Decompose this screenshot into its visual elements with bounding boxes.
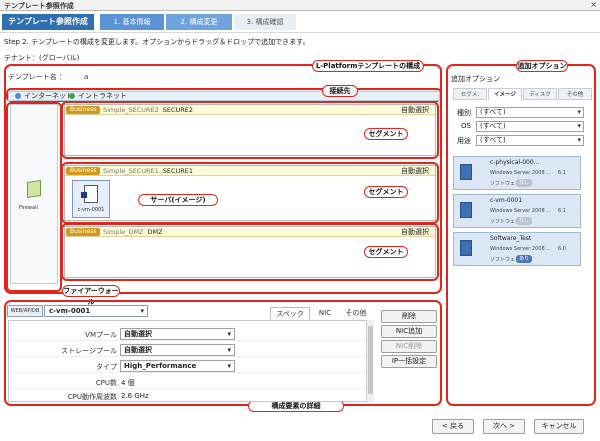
callout-firewall: ファイアーウォール	[62, 285, 120, 306]
step-title: テンプレート参照作成	[2, 14, 94, 30]
option-item[interactable]: Software_Test Windows Server 2008 ... 6.…	[453, 232, 581, 266]
network-bar: インターネット イントラネット	[8, 91, 440, 101]
callout-connection: 接続先	[322, 85, 358, 97]
step-config-change[interactable]: 2. 構成変更	[166, 14, 232, 30]
spec-row: VMプール 自動選択	[9, 327, 373, 341]
spec-scrollbar[interactable]	[366, 320, 374, 402]
vm-image-icon	[460, 240, 472, 256]
option-software-flag: なし	[516, 179, 533, 187]
option-os: Windows Server 2008 ...	[490, 170, 551, 176]
spec-select[interactable]: 自動選択	[120, 328, 235, 340]
remove-nic-button[interactable]: NIC削除	[381, 340, 437, 353]
tenant-label: テナント：(グローバル)	[4, 54, 80, 62]
detail-tab-nic[interactable]: NIC	[312, 307, 338, 319]
window-titlebar: テンプレート参照作成 ×	[0, 0, 600, 11]
internet-label: インターネット	[24, 92, 73, 100]
option-os: Windows Server 2008 ...	[490, 246, 551, 252]
spec-value: 2.6 GHz	[121, 392, 149, 400]
close-icon[interactable]: ×	[590, 0, 597, 9]
detail-tab-other[interactable]: その他	[340, 307, 372, 319]
callout-segment-3: セグメント	[364, 246, 408, 258]
spec-table: VMプール 自動選択 ストレージプール 自動選択 タイプ High_Perfor…	[8, 320, 374, 402]
step-config-confirm[interactable]: 3. 構成確認	[234, 14, 296, 30]
server-select[interactable]: c-vm-0001	[44, 305, 148, 317]
instructions: Step 2. テンプレートの構成を変更します。オプションからドラッグ＆ドロップ…	[4, 38, 310, 46]
option-name: Software_Test	[490, 235, 532, 242]
spec-label: VMプール	[85, 331, 117, 339]
network-icon	[69, 93, 75, 99]
filter-os-select[interactable]: (すべて)	[476, 121, 584, 132]
filter-purpose-label: 用途	[457, 137, 471, 145]
spec-label: タイプ	[96, 363, 117, 371]
physical-server-icon	[460, 164, 472, 180]
spec-value: 4 個	[121, 379, 135, 387]
spec-row: CPU動作周波数 2.6 GHz	[9, 389, 373, 401]
callout-structure: L-Platformテンプレートの構成	[312, 60, 424, 72]
spec-select[interactable]: 自動選択	[120, 344, 235, 356]
options-title: 追加オプション	[451, 75, 500, 83]
spec-row: ストレージプール 自動選択	[9, 343, 373, 357]
filter-purpose-select[interactable]: (すべて)	[476, 135, 584, 146]
cancel-button[interactable]: キャンセル	[534, 419, 584, 434]
firewall-frame	[6, 102, 62, 292]
delete-button[interactable]: 削除	[381, 310, 437, 323]
window-title: テンプレート参照作成	[4, 2, 74, 10]
filter-type-select[interactable]: (すべて)	[476, 107, 584, 118]
intranet-label: イントラネット	[78, 92, 127, 100]
spec-row: タイプ High_Performance	[9, 359, 373, 373]
spec-select[interactable]: High_Performance	[120, 360, 235, 372]
server-node[interactable]: c-vm-0001	[72, 180, 110, 218]
spec-label: CPU動作周波数	[67, 393, 117, 401]
network-internet[interactable]: インターネット	[15, 92, 73, 101]
server-icon	[81, 185, 98, 203]
option-version: 6.0	[558, 246, 566, 252]
spec-row: CPU数 4 個	[9, 375, 373, 389]
options-tab-image[interactable]: イメージ	[488, 88, 522, 100]
callout-segment-1: セグメント	[364, 128, 408, 140]
options-tab-segment[interactable]: セグメ.	[453, 88, 487, 100]
option-software-flag: あり	[516, 255, 533, 263]
option-version: 6.1	[558, 170, 566, 176]
callout-segment-2: セグメント	[364, 186, 408, 198]
role-tag: WEB/AP/DB	[7, 305, 43, 317]
vm-image-icon	[460, 202, 472, 218]
template-name-row: テンプレート名 ： a	[8, 72, 88, 82]
bulk-ip-button[interactable]: IP一括設定	[381, 355, 437, 368]
scroll-thumb[interactable]	[368, 326, 373, 394]
spec-label: CPU数	[95, 379, 117, 387]
back-button[interactable]: < 戻る	[432, 419, 474, 434]
network-intranet[interactable]: イントラネット	[69, 92, 127, 101]
step-basic-info[interactable]: 1. 基本情報	[100, 14, 164, 30]
template-name-label: テンプレート名 ：	[8, 73, 67, 81]
server-node-label: c-vm-0001	[77, 207, 105, 213]
options-list: c-physical-000... Windows Server 2008 ..…	[453, 150, 587, 266]
options-tabs: セグメ. イメージ ディスク その他	[453, 88, 595, 100]
option-item[interactable]: c-physical-000... Windows Server 2008 ..…	[453, 156, 581, 190]
filter-os-label: OS	[461, 122, 471, 130]
spec-label: ストレージプール	[61, 347, 117, 355]
next-button[interactable]: 次へ >	[483, 419, 525, 434]
template-name-value: a	[84, 73, 89, 81]
globe-icon	[15, 93, 21, 99]
option-name: c-physical-000...	[490, 159, 540, 166]
option-item[interactable]: c-vm-0001 Windows Server 2008 ... 6.1 ソフ…	[453, 194, 581, 228]
filter-type-label: 種別	[457, 109, 471, 117]
wizard-steps: テンプレート参照作成 1. 基本情報 2. 構成変更 3. 構成確認	[0, 11, 600, 33]
option-version: 6.1	[558, 208, 566, 214]
callout-server: サーバ(イメージ)	[138, 194, 218, 206]
options-tab-other[interactable]: その他	[558, 88, 592, 100]
callout-options: 追加オプション	[516, 60, 568, 72]
option-software-flag: なし	[516, 217, 533, 225]
option-os: Windows Server 2008 ...	[490, 208, 551, 214]
detail-tab-spec[interactable]: スペック	[270, 307, 310, 319]
options-tab-disk[interactable]: ディスク	[523, 88, 557, 100]
add-nic-button[interactable]: NIC追加	[381, 325, 437, 338]
option-name: c-vm-0001	[490, 197, 523, 204]
